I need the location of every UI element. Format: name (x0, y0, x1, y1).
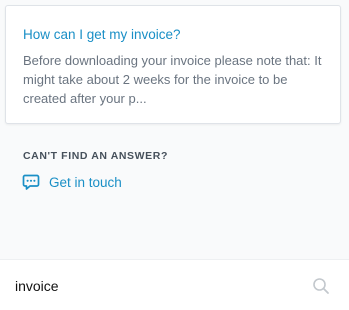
search-result-card[interactable]: How can I get my invoice? Before downloa… (5, 5, 341, 124)
search-bar (0, 259, 349, 310)
result-snippet: Before downloading your invoice please n… (23, 53, 322, 106)
cant-find-answer-heading: CAN'T FIND AN ANSWER? (23, 150, 168, 162)
get-in-touch-link[interactable]: Get in touch (22, 173, 122, 191)
get-in-touch-label: Get in touch (49, 174, 122, 190)
chat-bubble-icon (22, 174, 40, 190)
search-icon[interactable] (312, 277, 330, 295)
search-input[interactable] (15, 275, 295, 297)
result-title-link[interactable]: How can I get my invoice? (23, 27, 323, 43)
